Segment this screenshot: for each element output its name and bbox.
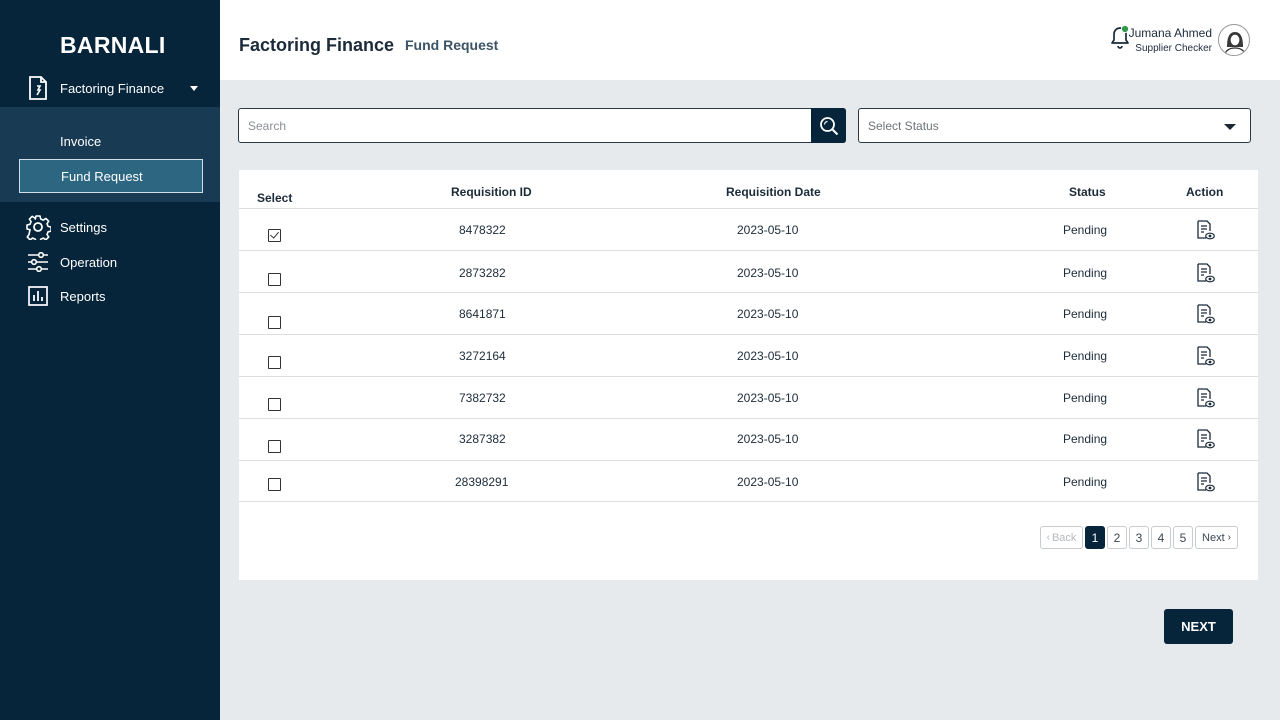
view-document-icon[interactable] <box>1195 472 1215 492</box>
user-role: Supplier Checker <box>1135 43 1212 54</box>
sidebar-item-reports[interactable]: Reports <box>0 279 220 313</box>
requisition-id: 7382732 <box>459 391 506 405</box>
table-row: 28398291 2023-05-10 Pending <box>239 460 1258 502</box>
sidebar-submenu: Invoice Fund Request <box>0 107 220 202</box>
sidebar-item-label: Settings <box>60 219 107 235</box>
view-document-icon[interactable] <box>1195 388 1215 408</box>
pagination-page-1[interactable]: 1 <box>1085 526 1105 549</box>
view-document-icon[interactable] <box>1195 429 1215 449</box>
row-checkbox[interactable] <box>268 440 281 453</box>
requisition-id: 8641871 <box>459 307 506 321</box>
pagination-page-2[interactable]: 2 <box>1107 526 1127 549</box>
table-row: 8478322 2023-05-10 Pending <box>239 208 1258 250</box>
table-row: 3287382 2023-05-10 Pending <box>239 418 1258 460</box>
search-button[interactable] <box>811 108 846 143</box>
chevron-down-icon <box>190 86 198 91</box>
row-checkbox[interactable] <box>268 229 281 242</box>
sidebar-item-fund-request[interactable]: Fund Request <box>19 159 203 193</box>
row-checkbox[interactable] <box>268 273 281 286</box>
requisition-id: 28398291 <box>455 475 509 489</box>
status-text: Pending <box>1063 475 1108 489</box>
pagination-back-button[interactable]: ‹ Back <box>1040 526 1083 549</box>
requisition-date: 2023-05-10 <box>737 391 799 405</box>
column-header-select: Select <box>257 191 293 205</box>
sidebar-item-operation[interactable]: Operation <box>0 245 220 279</box>
search-input[interactable] <box>248 109 808 142</box>
document-icon <box>25 75 51 101</box>
sidebar-item-label: Operation <box>60 254 118 270</box>
view-document-icon[interactable] <box>1195 346 1215 366</box>
page-title: Factoring Finance <box>239 35 395 55</box>
status-select[interactable]: Select Status <box>858 108 1251 143</box>
sliders-icon <box>25 249 51 275</box>
row-checkbox[interactable] <box>268 316 281 329</box>
chevron-right-icon: › <box>1227 532 1231 543</box>
brand-logo: BARNALI <box>60 32 166 58</box>
avatar[interactable] <box>1218 24 1250 56</box>
status-select-value: Select Status <box>868 119 939 133</box>
row-checkbox[interactable] <box>268 478 281 491</box>
sidebar-item-invoice[interactable]: Invoice <box>19 124 203 158</box>
user-name: Jumana Ahmed <box>1128 26 1212 40</box>
sidebar-item-label: Factoring Finance <box>60 80 165 96</box>
status-text: Pending <box>1063 349 1108 363</box>
status-text: Pending <box>1063 307 1108 321</box>
pagination-page-3[interactable]: 3 <box>1129 526 1149 549</box>
column-header-status: Status <box>1069 185 1106 199</box>
top-header: Factoring Finance Fund Request Jumana Ah… <box>220 0 1280 80</box>
gear-icon <box>25 214 51 240</box>
row-checkbox[interactable] <box>268 356 281 369</box>
bar-chart-icon <box>25 283 51 309</box>
table-row: 2873282 2023-05-10 Pending <box>239 250 1258 292</box>
status-text: Pending <box>1063 391 1108 405</box>
requisition-date: 2023-05-10 <box>737 223 799 237</box>
fund-request-table: Select Requisition ID Requisition Date S… <box>239 170 1258 580</box>
view-document-icon[interactable] <box>1195 263 1215 283</box>
table-row: 8641871 2023-05-10 Pending <box>239 292 1258 334</box>
status-text: Pending <box>1063 266 1108 280</box>
sidebar-item-label: Reports <box>60 288 106 304</box>
sidebar-item-label: Invoice <box>60 133 102 149</box>
requisition-date: 2023-05-10 <box>737 266 799 280</box>
sidebar-item-label: Fund Request <box>61 168 143 184</box>
caret-down-icon <box>1224 124 1236 130</box>
search-box <box>238 108 846 143</box>
sidebar: BARNALI Factoring Finance Invoice Fund R… <box>0 0 220 720</box>
table-row: 7382732 2023-05-10 Pending <box>239 376 1258 418</box>
search-icon <box>819 116 838 135</box>
requisition-id: 2873282 <box>459 266 506 280</box>
next-button[interactable]: NEXT <box>1164 609 1233 644</box>
pagination-back-label: Back <box>1051 531 1077 544</box>
pagination-next-button[interactable]: Next › <box>1195 526 1238 549</box>
table-row: 3272164 2023-05-10 Pending <box>239 334 1258 376</box>
view-document-icon[interactable] <box>1195 304 1215 324</box>
row-checkbox[interactable] <box>268 398 281 411</box>
requisition-date: 2023-05-10 <box>737 307 799 321</box>
sidebar-item-settings[interactable]: Settings <box>0 210 220 244</box>
requisition-id: 3287382 <box>459 432 506 446</box>
pagination-page-5[interactable]: 5 <box>1173 526 1193 549</box>
requisition-date: 2023-05-10 <box>737 349 799 363</box>
column-header-action: Action <box>1186 185 1224 199</box>
breadcrumb: Fund Request <box>405 37 499 53</box>
view-document-icon[interactable] <box>1195 220 1215 240</box>
status-text: Pending <box>1063 223 1108 237</box>
pagination-page-4[interactable]: 4 <box>1151 526 1171 549</box>
requisition-date: 2023-05-10 <box>737 432 799 446</box>
sidebar-item-factoring-finance[interactable]: Factoring Finance <box>0 71 220 105</box>
column-header-requisition-date: Requisition Date <box>726 185 821 199</box>
requisition-id: 3272164 <box>459 349 506 363</box>
chevron-left-icon: ‹ <box>1046 532 1050 543</box>
requisition-id: 8478322 <box>459 223 506 237</box>
status-text: Pending <box>1063 432 1108 446</box>
pagination-next-label: Next <box>1202 531 1225 544</box>
requisition-date: 2023-05-10 <box>737 475 799 489</box>
column-header-requisition-id: Requisition ID <box>451 185 532 199</box>
